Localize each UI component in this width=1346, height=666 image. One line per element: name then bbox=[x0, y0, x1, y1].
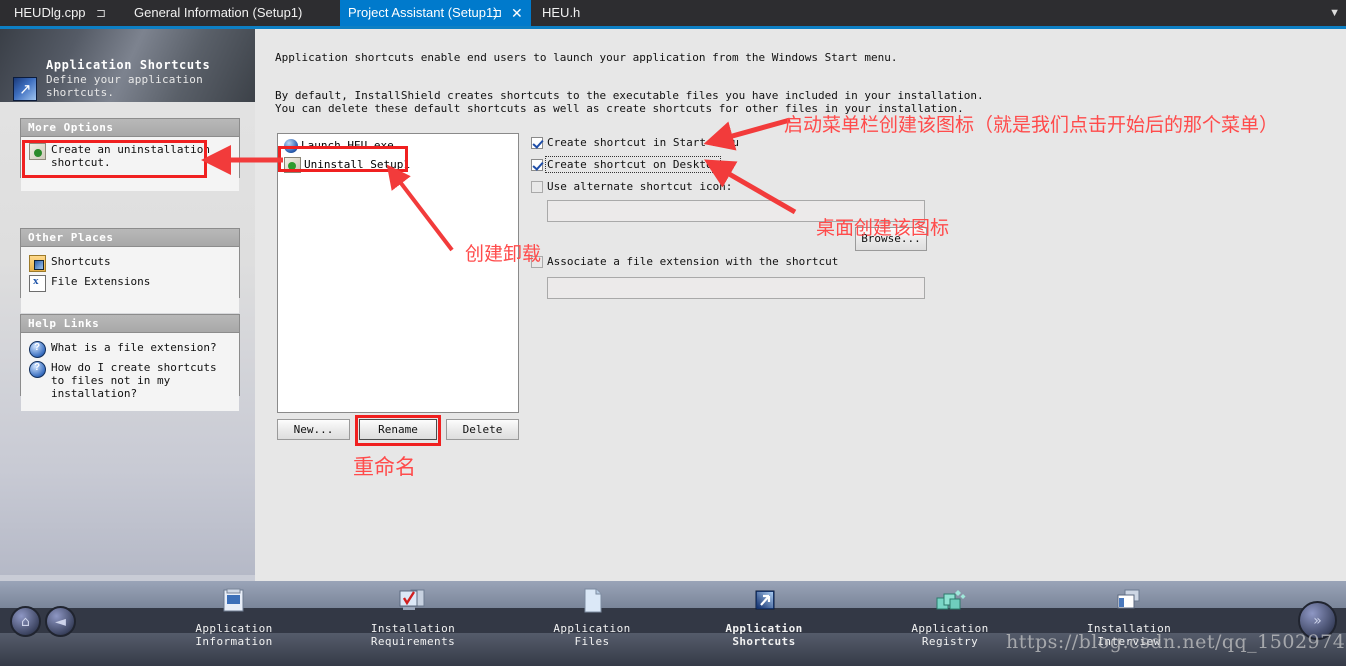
annotation-note-rename: 重命名 bbox=[353, 455, 416, 479]
application-files-icon bbox=[512, 586, 672, 619]
nav-item-installation-requirements[interactable]: Installation Requirements bbox=[333, 581, 493, 648]
annotation-note-desktop: 桌面创建该图标 bbox=[816, 217, 950, 239]
application-information-icon bbox=[154, 586, 314, 619]
home-icon[interactable]: ⌂ bbox=[10, 606, 41, 637]
installation-interview-icon bbox=[1049, 586, 1209, 619]
nav-item-label: Installation bbox=[370, 622, 456, 635]
nav-item-label: Files bbox=[574, 635, 610, 648]
wizard-nav-bar: ⌂ ◄ » Application Information Installati… bbox=[0, 581, 1346, 666]
watermark: https://blog.csdn.net/qq_15029743 bbox=[1006, 631, 1346, 653]
nav-item-label: Information bbox=[195, 635, 273, 648]
nav-item-label: Application bbox=[195, 622, 273, 635]
annotation-arrows bbox=[201, 117, 797, 252]
annotation-note-uninstall: 创建卸载 bbox=[465, 243, 542, 265]
nav-item-application-information[interactable]: Application Information bbox=[154, 581, 314, 648]
installation-requirements-icon bbox=[333, 586, 493, 619]
application-shortcuts-icon bbox=[684, 586, 844, 619]
annotation-note-start-menu: 启动菜单栏创建该图标（就是我们点击开始后的那个菜单） bbox=[784, 114, 1279, 136]
nav-item-label: Requirements bbox=[370, 635, 456, 648]
nav-item-label: Application bbox=[725, 622, 803, 635]
back-arrow-icon[interactable]: ◄ bbox=[45, 606, 76, 637]
application-registry-icon bbox=[870, 586, 1030, 619]
nav-item-label: Application bbox=[553, 622, 631, 635]
nav-item-application-shortcuts[interactable]: Application Shortcuts bbox=[684, 581, 844, 648]
nav-item-application-files[interactable]: Application Files bbox=[512, 581, 672, 648]
nav-item-label: Shortcuts bbox=[732, 635, 796, 648]
